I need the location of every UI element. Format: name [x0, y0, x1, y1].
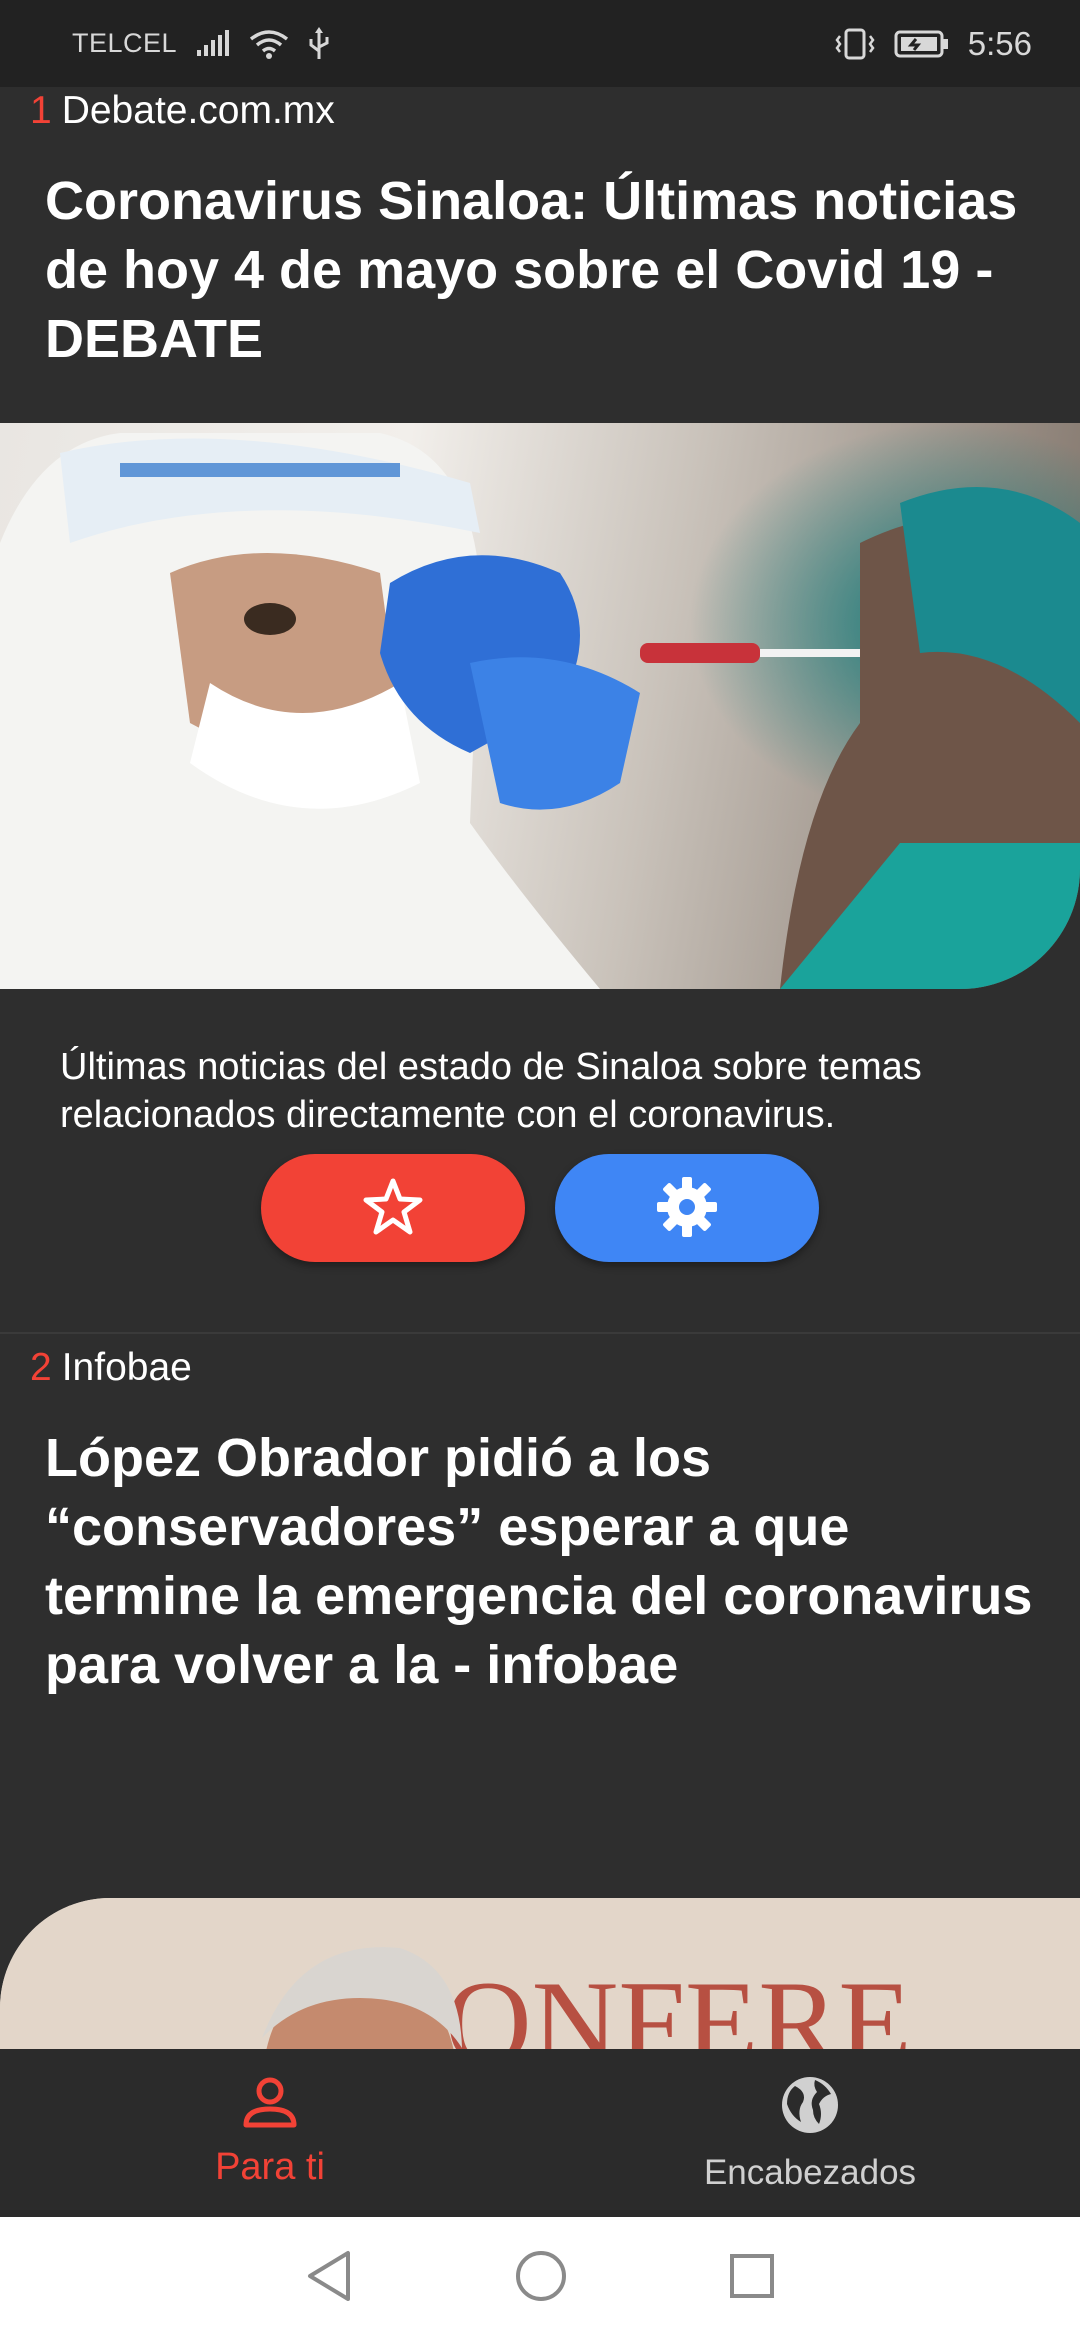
article-headline[interactable]: López Obrador pidió a los “conservadores… [45, 1424, 1045, 1700]
status-bar: TELCEL 5:56 [0, 0, 1080, 87]
image-backdrop-text: ONFERE [445, 1956, 912, 2049]
carrier-label: TELCEL [72, 28, 178, 58]
article-image[interactable]: ONFERE [0, 1898, 1080, 2049]
star-icon [363, 1178, 423, 1239]
battery-charging-icon [894, 29, 950, 59]
vibrate-icon [834, 28, 876, 60]
article-number: 1 [30, 89, 52, 132]
article-card[interactable]: 1 Debate.com.mx Coronavirus Sinaloa: Últ… [0, 87, 1080, 1334]
home-icon[interactable] [514, 2249, 568, 2308]
article-number: 2 [30, 1346, 52, 1389]
back-icon[interactable] [304, 2249, 354, 2308]
person-icon [242, 2077, 298, 2134]
favorite-button[interactable] [261, 1154, 525, 1262]
wifi-icon [249, 29, 289, 59]
globe-icon [779, 2074, 841, 2141]
bottom-nav: Para ti Encabezados [0, 2049, 1080, 2217]
source-name: Debate.com.mx [61, 89, 335, 132]
signal-icon [195, 29, 231, 58]
nav-label-encabezados: Encabezados [703, 2152, 917, 2192]
status-right: 5:56 [834, 25, 1032, 63]
recents-icon[interactable] [728, 2252, 776, 2305]
status-left: TELCEL [72, 26, 331, 61]
nav-label-para-ti: Para ti [215, 2146, 325, 2188]
article-source: 1 Debate.com.mx [30, 89, 335, 133]
article-headline[interactable]: Coronavirus Sinaloa: Últimas noticias de… [45, 167, 1045, 374]
news-feed[interactable]: 1 Debate.com.mx Coronavirus Sinaloa: Últ… [0, 87, 1080, 2049]
article-image[interactable] [0, 423, 1080, 989]
system-nav-bar [0, 2217, 1080, 2340]
gear-icon [655, 1175, 719, 1242]
settings-button[interactable] [555, 1154, 819, 1262]
article-card[interactable]: 2 Infobae López Obrador pidió a los “con… [0, 1334, 1080, 2049]
nav-item-encabezados[interactable]: Encabezados [540, 2049, 1080, 2217]
nav-item-para-ti[interactable]: Para ti [0, 2049, 540, 2217]
source-name: Infobae [61, 1346, 192, 1389]
clock: 5:56 [967, 24, 1032, 62]
article-source: 2 Infobae [30, 1346, 192, 1390]
usb-icon [307, 26, 331, 61]
article-summary: Últimas noticias del estado de Sinaloa s… [60, 1046, 922, 1136]
